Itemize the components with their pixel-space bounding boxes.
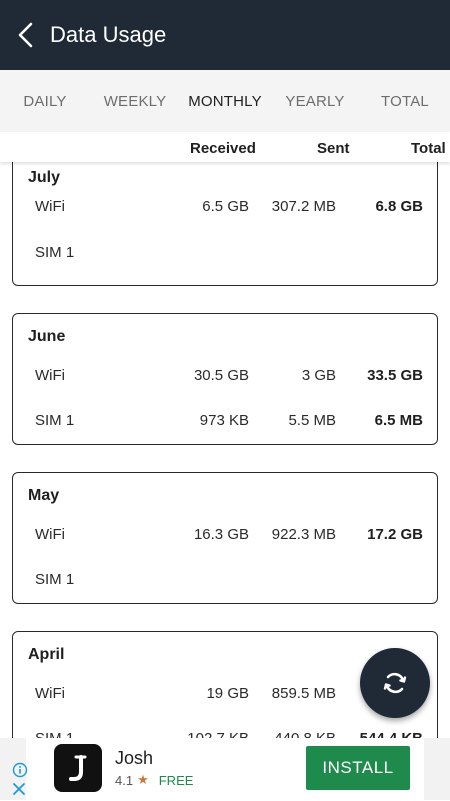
usage-row: SIM 1 <box>13 571 439 593</box>
network-label: SIM 1 <box>35 571 75 588</box>
month-title: July <box>28 169 61 186</box>
network-label: SIM 1 <box>35 730 74 738</box>
usage-row: WiFi 30.5 GB 3 GB 33.5 GB <box>13 367 439 389</box>
column-sent: Sent <box>317 140 350 157</box>
month-title: May <box>28 487 60 504</box>
received-value: 30.5 GB <box>193 367 249 384</box>
ad-rating: 4.1 <box>115 772 134 788</box>
period-tabs: DAILY WEEKLY MONTHLY YEARLY TOTAL <box>0 70 450 132</box>
network-label: SIM 1 <box>35 244 75 261</box>
column-received: Received <box>190 140 256 157</box>
network-label: WiFi <box>35 526 65 543</box>
received-value: 16.3 GB <box>193 526 249 543</box>
back-button[interactable] <box>0 0 52 70</box>
page-title: Data Usage <box>50 22 167 47</box>
ad-meta: 4.1 ★ FREE <box>115 772 193 788</box>
network-label: WiFi <box>35 198 65 215</box>
total-value: 17.2 GB <box>367 526 423 543</box>
month-card: June WiFi 30.5 GB 3 GB 33.5 GB SIM 1 973… <box>12 313 438 445</box>
total-value: 6.8 GB <box>375 198 423 215</box>
column-header: Received Sent Total <box>0 132 450 162</box>
sent-value: 5.5 MB <box>288 412 336 429</box>
month-card: July WiFi 6.5 GB 307.2 MB 6.8 GB SIM 1 <box>12 162 438 286</box>
received-value: 6.5 GB <box>202 198 249 215</box>
received-value: 102.7 KB <box>187 730 249 738</box>
sent-value: 440.8 KB <box>274 730 336 738</box>
total-value: 6.5 MB <box>374 412 423 429</box>
month-title: June <box>28 328 66 345</box>
total-value: 544.4 KB <box>360 730 423 738</box>
refresh-icon <box>383 672 407 694</box>
month-card: May WiFi 16.3 GB 922.3 MB 17.2 GB SIM 1 <box>12 472 438 604</box>
back-arrow-icon <box>18 22 33 48</box>
sent-value: 3 GB <box>301 367 336 384</box>
usage-row: WiFi 16.3 GB 922.3 MB 17.2 GB <box>13 526 439 548</box>
sent-value: 859.5 MB <box>271 685 336 702</box>
ad-price: FREE <box>158 772 194 788</box>
tab-total[interactable]: TOTAL <box>360 70 450 132</box>
network-label: WiFi <box>35 685 65 702</box>
ad-close-icon[interactable] <box>12 782 26 801</box>
refresh-button[interactable] <box>360 648 430 718</box>
usage-row: WiFi 6.5 GB 307.2 MB 6.8 GB <box>13 198 439 220</box>
month-title: April <box>28 646 65 663</box>
tab-yearly[interactable]: YEARLY <box>270 70 360 132</box>
tab-weekly[interactable]: WEEKLY <box>90 70 180 132</box>
app-bar: Data Usage <box>0 0 450 70</box>
install-button[interactable]: INSTALL <box>306 746 410 790</box>
usage-row: SIM 1 102.7 KB 440.8 KB 544.4 KB <box>13 730 439 738</box>
network-label: SIM 1 <box>35 412 75 429</box>
star-icon: ★ <box>137 772 149 787</box>
ad-banner[interactable]: Josh 4.1 ★ FREE INSTALL <box>12 738 424 800</box>
usage-row: SIM 1 <box>13 244 439 266</box>
total-value: 33.5 GB <box>367 367 423 384</box>
ad-app-name: Josh <box>115 748 154 768</box>
sent-value: 922.3 MB <box>271 526 336 543</box>
received-value: 973 KB <box>199 412 249 429</box>
ad-info-icon[interactable] <box>12 762 28 783</box>
usage-row: SIM 1 973 KB 5.5 MB 6.5 MB <box>13 412 439 434</box>
column-total: Total <box>411 140 446 157</box>
tab-daily[interactable]: DAILY <box>0 70 90 132</box>
app-logo-icon <box>54 744 102 792</box>
network-label: WiFi <box>35 367 65 384</box>
tab-monthly[interactable]: MONTHLY <box>180 70 270 132</box>
sent-value: 307.2 MB <box>271 198 336 215</box>
received-value: 19 GB <box>206 685 249 702</box>
